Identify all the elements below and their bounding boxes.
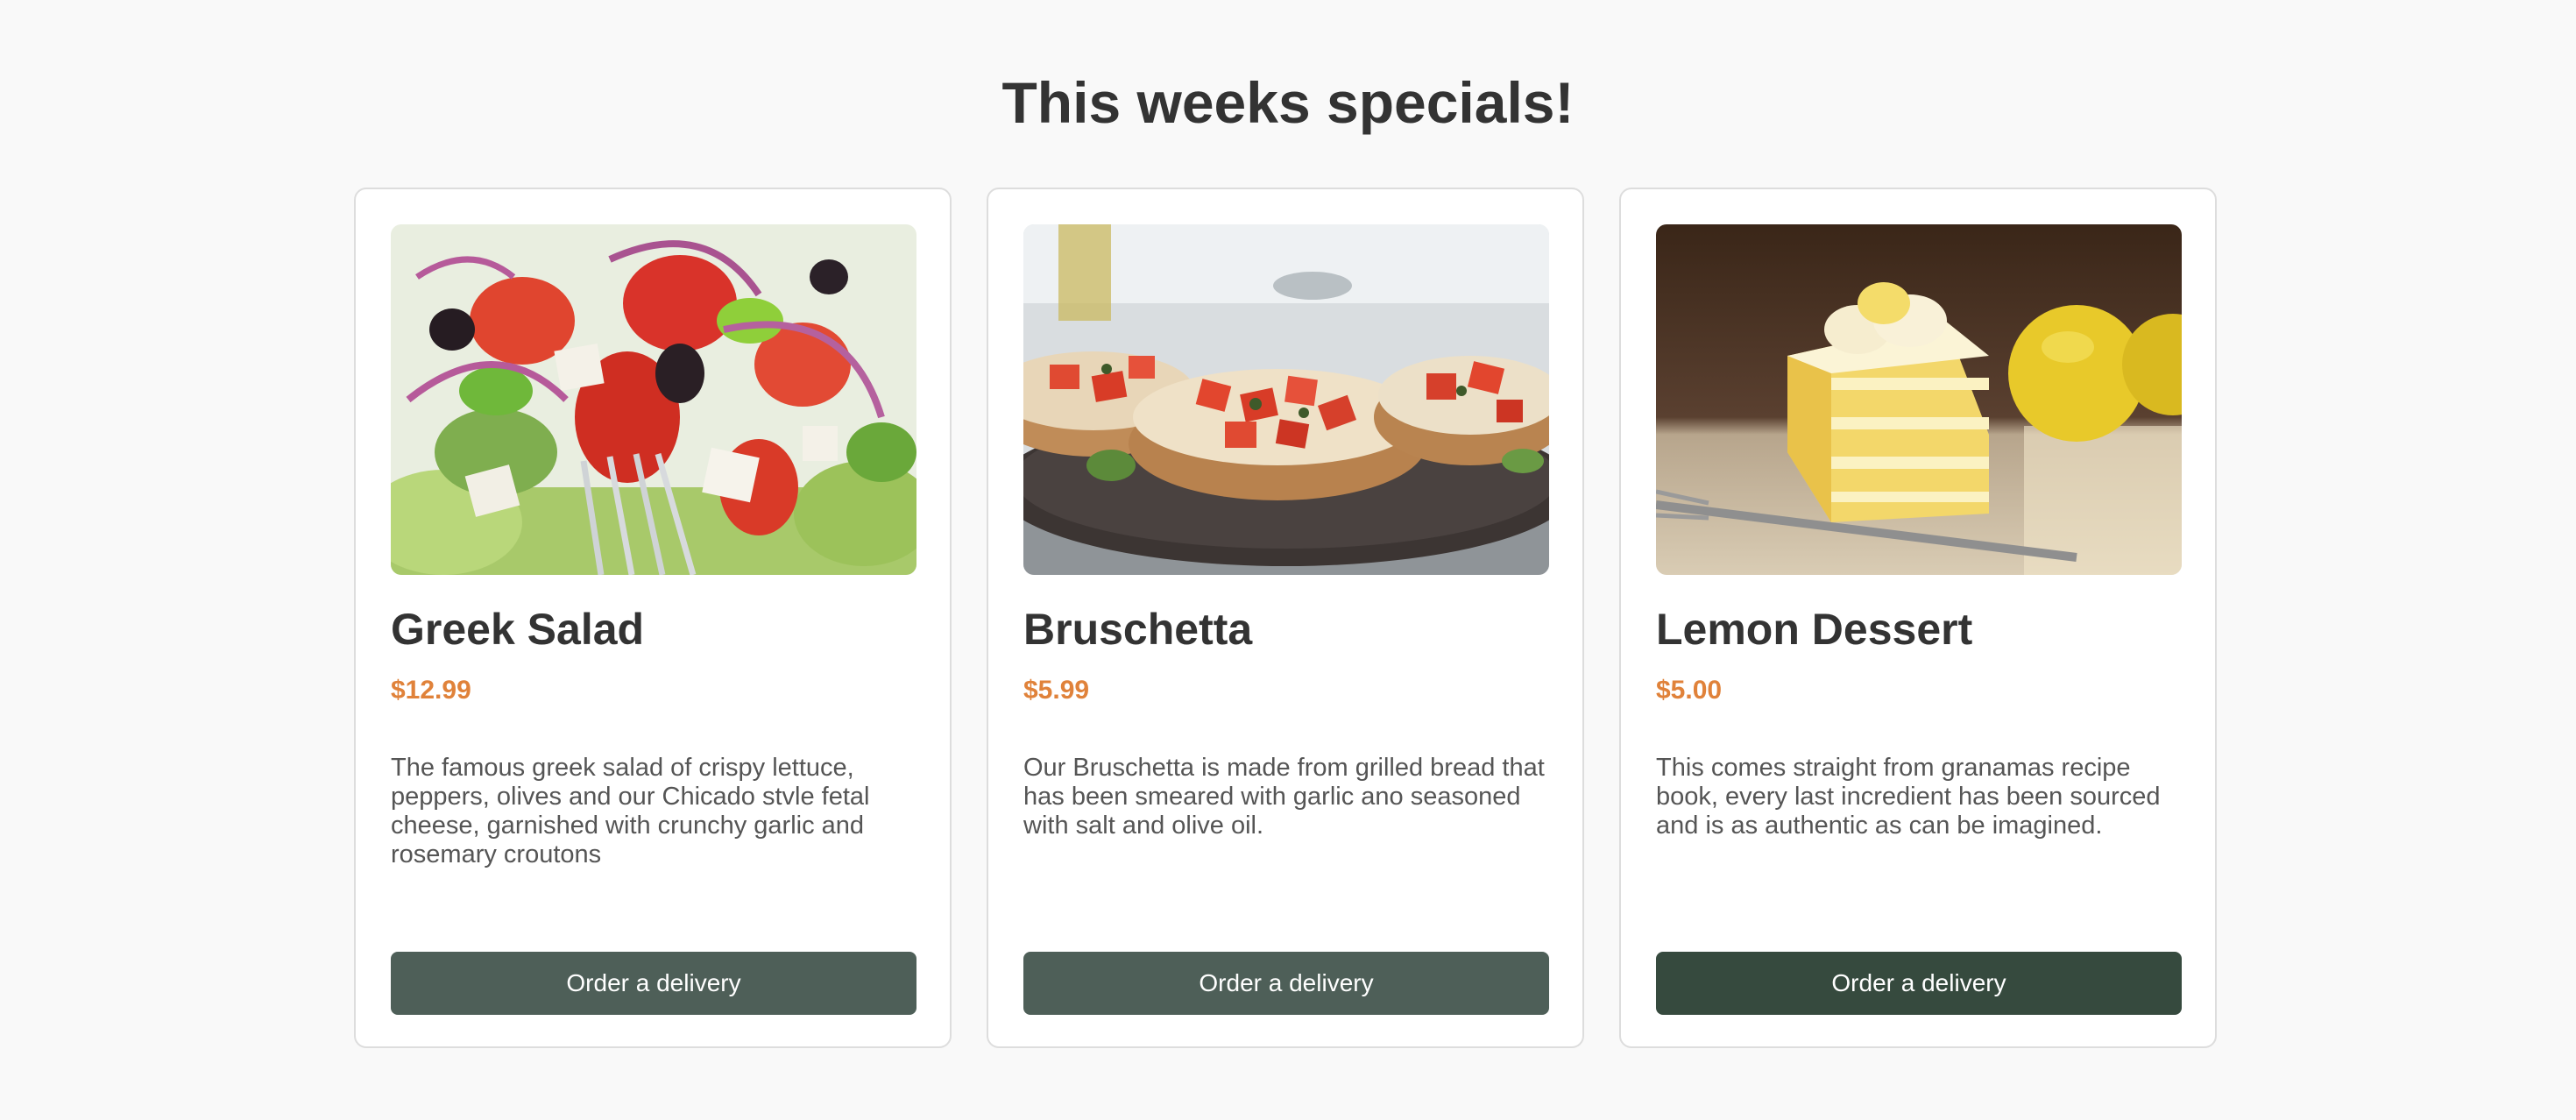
special-description: Our Bruschetta is made from grilled brea… [1023,754,1545,840]
specials-list: Greek Salad $12.99 The famous greek sala… [354,188,2217,1048]
order-delivery-button[interactable]: Order a delivery [1656,952,2182,1015]
special-price: $12.99 [391,676,471,705]
special-card-lemon-dessert: Lemon Dessert $5.00 This comes straight … [1619,188,2217,1048]
special-price: $5.99 [1023,676,1090,705]
special-description: The famous greek salad of crispy lettuce… [391,754,870,868]
order-delivery-button[interactable]: Order a delivery [1023,952,1549,1015]
lemon-dessert-image [1656,224,2182,575]
greek-salad-image [391,224,916,575]
special-price: $5.00 [1656,676,1723,705]
special-title: Lemon Dessert [1656,605,1973,654]
page-title: This weeks specials! [1001,70,1575,135]
special-card-greek-salad: Greek Salad $12.99 The famous greek sala… [354,188,952,1048]
bruschetta-image [1023,224,1549,575]
order-delivery-button[interactable]: Order a delivery [391,952,916,1015]
special-title: Bruschetta [1023,605,1253,654]
special-title: Greek Salad [391,605,645,654]
specials-page: This weeks specials! Greek Salad $12.99 … [0,0,2576,1120]
special-card-bruschetta: Bruschetta $5.99 Our Bruschetta is made … [987,188,1584,1048]
special-description: This comes straight from granamas recipe… [1656,754,2161,840]
